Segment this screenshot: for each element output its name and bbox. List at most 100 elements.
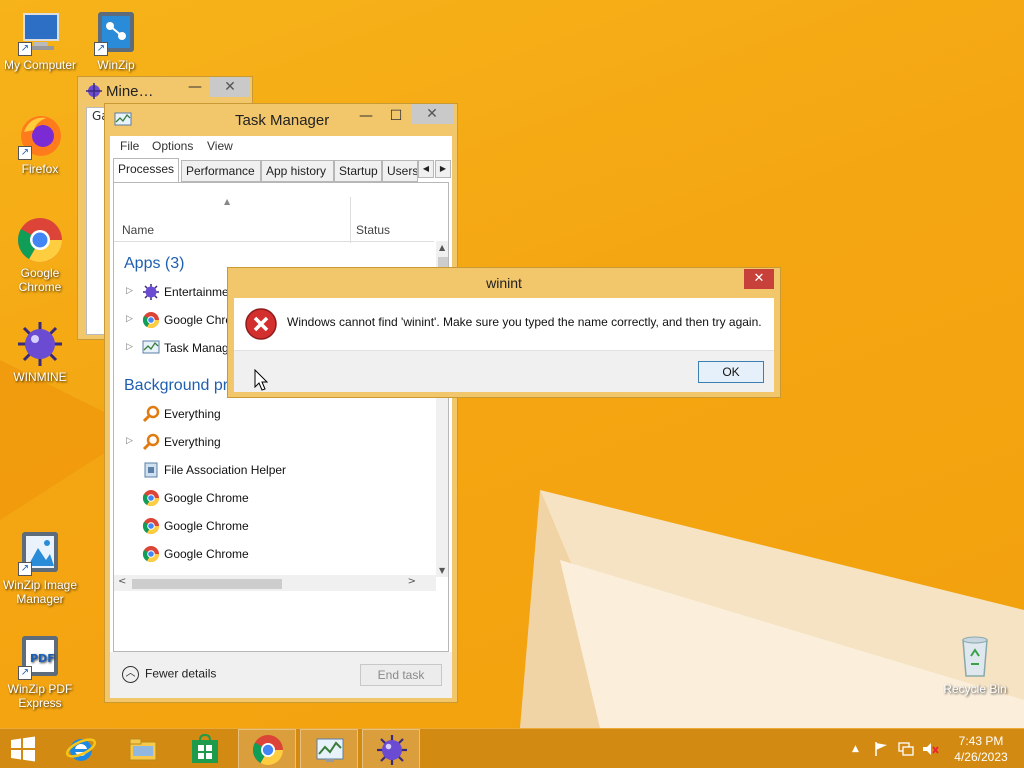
header-divider <box>114 241 434 242</box>
menu-file[interactable]: File <box>120 139 139 153</box>
pdf-icon: PDF ↗ <box>16 632 64 680</box>
task-manager-window[interactable]: Task Manager — ☐ ✕ File Options View Pro… <box>104 103 458 703</box>
scroll-thumb[interactable] <box>132 579 282 589</box>
close-button[interactable]: ✕ <box>411 104 453 124</box>
chevron-up-icon: ︿ <box>122 666 139 683</box>
tab-performance[interactable]: Performance <box>181 160 261 182</box>
expand-icon[interactable]: ▷ <box>126 286 133 296</box>
ok-button[interactable]: OK <box>698 361 764 383</box>
task-manager-body: File Options View Processes Performance … <box>110 136 452 698</box>
file-assoc-icon <box>144 462 158 478</box>
column-header-name[interactable]: Name <box>122 223 154 237</box>
horizontal-scrollbar[interactable]: < > <box>114 575 436 591</box>
desktop-icon-winzip[interactable]: ↗ WinZip <box>76 8 156 72</box>
store-icon <box>192 733 218 763</box>
scroll-left-icon[interactable]: < <box>118 576 126 587</box>
tab-app-history[interactable]: App history <box>261 160 334 182</box>
desktop-icon-winzip-pdf[interactable]: PDF ↗ WinZip PDF Express <box>0 632 80 710</box>
process-name: Google Chro <box>164 313 233 327</box>
scroll-right-icon[interactable]: > <box>408 576 416 587</box>
taskbar-ie[interactable] <box>52 729 110 768</box>
list-item[interactable]: ▷ Everything <box>114 429 434 457</box>
dialog-title: winint <box>486 275 522 291</box>
start-button[interactable] <box>0 729 48 768</box>
clock[interactable]: 7:43 PM 4/26/2023 <box>946 733 1016 765</box>
windows-logo-icon <box>11 736 35 762</box>
expand-icon[interactable]: ▷ <box>126 314 133 324</box>
tab-scroll-right[interactable]: ▶ <box>435 160 451 178</box>
chrome-icon <box>252 735 283 766</box>
taskbar-minesweeper[interactable] <box>362 729 420 768</box>
tab-scroll-left[interactable]: ◀ <box>418 160 434 178</box>
column-header-status[interactable]: Status <box>356 223 390 237</box>
list-item[interactable]: Google Chrome <box>114 485 434 513</box>
taskbar-chrome[interactable] <box>238 729 296 768</box>
clock-date: 4/26/2023 <box>954 750 1008 764</box>
task-manager-footer: ︿ Fewer details End task <box>110 652 452 698</box>
mine-icon <box>143 284 159 300</box>
list-item[interactable]: File Association Helper <box>114 457 434 485</box>
process-name: Google Chrome <box>164 547 249 561</box>
recycle-bin-icon <box>951 632 999 680</box>
taskmanager-icon <box>114 112 132 126</box>
close-button[interactable]: ✕ <box>744 269 774 289</box>
column-divider <box>448 197 449 243</box>
svg-text:PDF: PDF <box>30 652 55 665</box>
desktop-icon-firefox[interactable]: ↗ Firefox <box>0 112 80 176</box>
list-item[interactable]: Everything <box>114 401 434 429</box>
tab-strip: Processes Performance App history Startu… <box>113 158 453 183</box>
taskbar-task-manager[interactable] <box>300 729 358 768</box>
maximize-button[interactable]: ☐ <box>381 106 411 126</box>
tab-startup[interactable]: Startup <box>334 160 382 182</box>
chrome-icon <box>142 518 160 535</box>
group-header-background: Background pr <box>124 377 229 394</box>
mine-icon <box>377 735 407 765</box>
volume-muted-icon[interactable] <box>921 741 939 757</box>
dialog-message: Windows cannot find 'winint'. Make sure … <box>287 315 762 329</box>
error-dialog[interactable]: winint ✕ Windows cannot find 'winint'. M… <box>227 267 781 398</box>
desktop-icon-label: My Computer <box>3 58 77 72</box>
menu-view[interactable]: View <box>207 139 233 153</box>
desktop-icon-chrome[interactable]: Google Chrome <box>0 216 80 294</box>
network-icon[interactable] <box>897 741 915 757</box>
show-hidden-icons[interactable]: ▲ <box>852 744 859 754</box>
chrome-icon <box>142 490 160 507</box>
minimize-button[interactable]: — <box>182 79 208 97</box>
everything-icon <box>142 433 160 451</box>
chrome-icon <box>142 546 160 563</box>
list-item[interactable]: Google Chrome <box>114 541 434 569</box>
expand-icon[interactable]: ▷ <box>126 436 133 446</box>
taskbar-store[interactable] <box>176 729 234 768</box>
list-item[interactable]: Google Chrome <box>114 513 434 541</box>
desktop: ↗ My Computer ↗ WinZip ↗ Firefox Google … <box>0 0 1024 728</box>
expand-icon[interactable]: ▷ <box>126 342 133 352</box>
taskmanager-icon <box>316 738 344 762</box>
fewer-details-button[interactable]: ︿ Fewer details <box>122 666 216 683</box>
internet-explorer-icon <box>65 738 97 761</box>
desktop-icon-winzip-image[interactable]: ↗ WinZip Image Manager <box>0 528 80 606</box>
group-header-apps: Apps (3) <box>124 255 185 272</box>
desktop-icon-label: WINMINE <box>13 370 67 384</box>
tab-processes[interactable]: Processes <box>113 158 179 183</box>
end-task-button[interactable]: End task <box>360 664 442 686</box>
process-name: Everything <box>164 435 221 449</box>
mine-icon <box>86 83 102 99</box>
chrome-icon <box>16 216 64 264</box>
winzip-image-icon: ↗ <box>16 528 64 576</box>
process-name: Task Manag <box>164 341 229 355</box>
everything-icon <box>142 405 160 423</box>
flag-icon[interactable] <box>873 741 889 757</box>
desktop-icon-recycle-bin[interactable]: Recycle Bin <box>935 632 1015 696</box>
scroll-up-icon[interactable]: ▲ <box>439 243 445 252</box>
firefox-icon: ↗ <box>16 112 64 160</box>
desktop-icon-my-computer[interactable]: ↗ My Computer <box>0 8 80 72</box>
minimize-button[interactable]: — <box>351 106 381 126</box>
menu-options[interactable]: Options <box>152 139 193 153</box>
taskbar-file-explorer[interactable] <box>114 729 172 768</box>
tab-users[interactable]: Users <box>382 160 418 182</box>
process-name: Google Chrome <box>164 491 249 505</box>
desktop-icon-winmine[interactable]: WINMINE <box>0 320 80 384</box>
close-button[interactable]: ✕ <box>210 77 250 97</box>
scroll-down-icon[interactable]: ▼ <box>439 566 445 575</box>
process-name: Google Chrome <box>164 519 249 533</box>
